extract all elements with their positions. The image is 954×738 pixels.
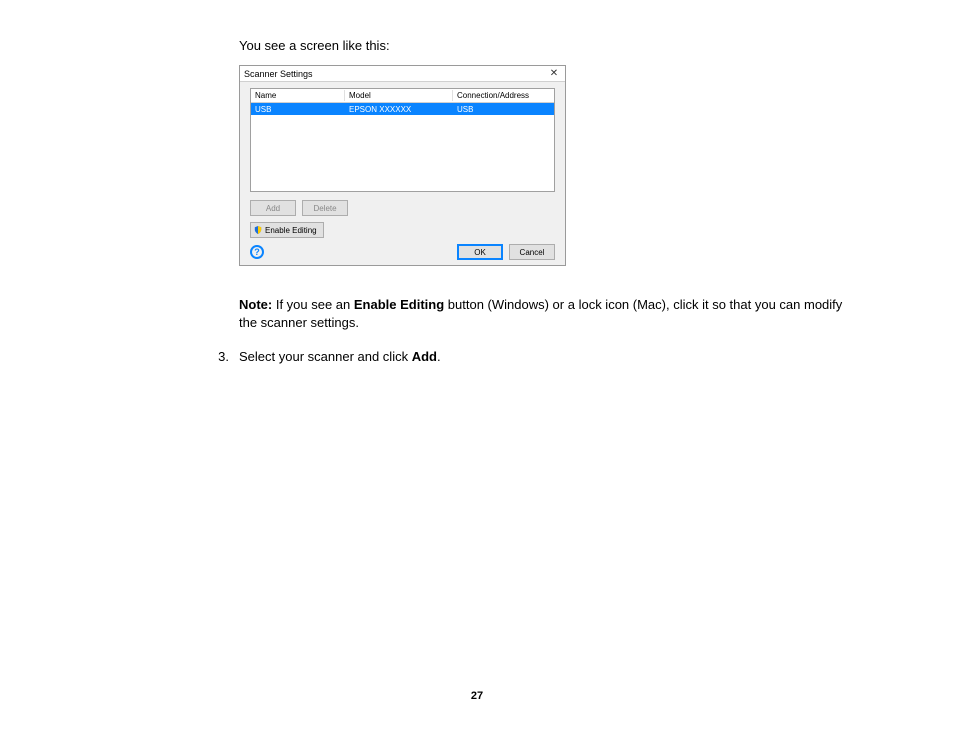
step-number: 3. bbox=[204, 349, 239, 364]
dialog-footer: ? OK Cancel bbox=[250, 244, 555, 260]
close-icon[interactable]: ✕ bbox=[547, 68, 561, 79]
scanner-settings-dialog: Scanner Settings ✕ Name Model Connection… bbox=[239, 65, 566, 266]
help-icon[interactable]: ? bbox=[250, 245, 264, 259]
column-header-model[interactable]: Model bbox=[345, 90, 453, 101]
cell-model: EPSON XXXXXX bbox=[345, 104, 453, 115]
step-text-bold: Add bbox=[412, 349, 437, 364]
cell-name: USB bbox=[251, 104, 345, 115]
page: You see a screen like this: Scanner Sett… bbox=[0, 0, 954, 738]
note-paragraph: Note: If you see an Enable Editing butto… bbox=[239, 296, 859, 331]
shield-icon bbox=[254, 226, 262, 234]
step-text: Select your scanner and click Add. bbox=[239, 349, 854, 364]
list-buttons-row: Add Delete bbox=[250, 200, 555, 216]
note-text-1: If you see an bbox=[272, 297, 354, 312]
list-row[interactable]: USB EPSON XXXXXX USB bbox=[251, 103, 554, 115]
dialog-titlebar: Scanner Settings ✕ bbox=[240, 66, 565, 82]
step-3: 3. Select your scanner and click Add. bbox=[204, 349, 854, 364]
dialog-body: Name Model Connection/Address USB EPSON … bbox=[240, 82, 565, 238]
scanner-list[interactable]: Name Model Connection/Address USB EPSON … bbox=[250, 88, 555, 192]
enable-editing-label: Enable Editing bbox=[265, 226, 317, 235]
list-header: Name Model Connection/Address bbox=[251, 89, 554, 103]
delete-button[interactable]: Delete bbox=[302, 200, 348, 216]
enable-editing-button[interactable]: Enable Editing bbox=[250, 222, 324, 238]
ok-button[interactable]: OK bbox=[457, 244, 503, 260]
step-text-after: . bbox=[437, 349, 441, 364]
column-header-connection[interactable]: Connection/Address bbox=[453, 90, 554, 101]
note-bold-1: Enable Editing bbox=[354, 297, 444, 312]
dialog-title: Scanner Settings bbox=[244, 69, 313, 79]
cancel-button[interactable]: Cancel bbox=[509, 244, 555, 260]
step-text-before: Select your scanner and click bbox=[239, 349, 412, 364]
cell-connection: USB bbox=[453, 104, 554, 115]
column-header-name[interactable]: Name bbox=[251, 90, 345, 101]
page-number: 27 bbox=[0, 690, 954, 702]
intro-text: You see a screen like this: bbox=[239, 38, 849, 53]
note-label: Note: bbox=[239, 297, 272, 312]
footer-buttons: OK Cancel bbox=[457, 244, 555, 260]
add-button[interactable]: Add bbox=[250, 200, 296, 216]
